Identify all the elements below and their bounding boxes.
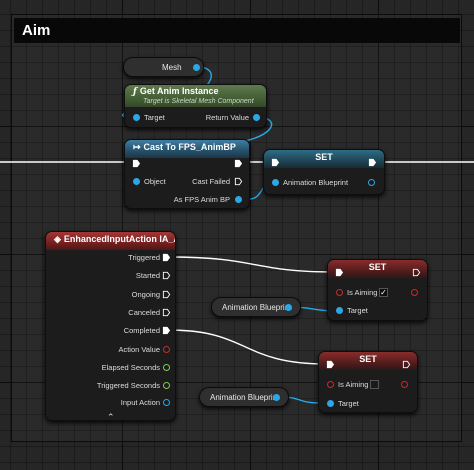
set-aim-false-output-pin[interactable] [401,381,408,388]
input-action-header: ◈EnhancedInputAction IA_Aim [46,232,175,250]
set-aim-false-target-pin[interactable] [327,400,334,407]
set-aim-false-value-pin[interactable] [327,381,334,388]
set-top-header: SET [264,150,384,168]
get-anim-instance-title: Get Anim Instance [139,86,219,96]
action-value-pin[interactable] [163,346,170,353]
input-action-pin[interactable] [163,399,170,406]
set-top-output-pin[interactable] [368,179,375,186]
as-fps-anim-bp-pin[interactable] [235,196,242,203]
anim-bp-getter-1-label: Animation Blueprint [222,302,292,312]
anim-bp-getter-2-pin[interactable] [273,394,280,401]
mesh-label: Mesh [162,62,182,72]
as-fps-anim-bp-label: As FPS Anim BP [173,195,230,204]
triggered-seconds-pin[interactable] [163,382,170,389]
function-icon: ƒ [133,87,137,97]
mesh-output-pin[interactable] [193,64,200,71]
is-aiming-checkbox-checked[interactable]: ✓ [379,288,388,297]
triggered-pin[interactable] [162,253,171,262]
wire-triggered-set [167,256,336,273]
set-aim-true-is-aiming-label: Is Aiming [347,288,378,297]
set-aim-true-exec-out-pin[interactable] [412,268,421,277]
set-aim-true-target-label: Target [347,306,368,315]
cast-exec-out-pin[interactable] [234,159,243,168]
canceled-pin[interactable] [162,308,171,317]
set-aim-true-exec-in-pin[interactable] [335,268,344,277]
canceled-label: Canceled [128,308,160,317]
target-pin-label: Target [144,113,165,122]
expand-arrow-icon[interactable]: ⌃ [107,412,115,420]
animation-blueprint-getter-2[interactable]: Animation Blueprint [199,387,289,407]
started-pin[interactable] [162,271,171,280]
cast-exec-in-pin[interactable] [132,159,141,168]
elapsed-seconds-label: Elapsed Seconds [101,363,160,372]
wire-completed-set [167,329,328,365]
action-value-label: Action Value [118,345,160,354]
input-action-label: Input Action [120,398,160,407]
anim-bp-getter-2-label: Animation Blueprint [210,392,280,402]
started-label: Started [135,271,160,280]
enhanced-input-action-node[interactable]: ◈EnhancedInputAction IA_Aim Triggered St… [45,231,176,421]
set-aim-true-output-pin[interactable] [411,289,418,296]
set-aim-false-is-aiming-label: Is Aiming [338,380,369,389]
set-top-value-pin[interactable] [272,179,279,186]
triggered-label: Triggered [128,253,160,262]
cast-to-title: Cast To FPS_AnimBP [143,142,236,152]
get-anim-instance-subtitle: Target is Skeletal Mesh Component [143,98,254,105]
object-input-pin[interactable] [133,178,140,185]
get-anim-instance-node[interactable]: ƒ Get Anim Instance Target is Skeletal Me… [124,84,267,128]
set-is-aiming-false-node[interactable]: SET Is Aiming Target [318,351,418,413]
object-pin-label: Object [144,177,166,186]
ongoing-pin[interactable] [162,290,171,299]
completed-label: Completed [123,326,160,335]
set-aim-true-value-pin[interactable] [336,289,343,296]
event-icon: ◈ [54,234,61,244]
cast-icon: ↦ [133,142,141,152]
get-anim-instance-header: ƒ Get Anim Instance Target is Skeletal Me… [125,85,266,107]
completed-pin[interactable] [162,326,171,335]
set-aim-false-exec-out-pin[interactable] [402,360,411,369]
set-top-exec-in-pin[interactable] [271,158,280,167]
cast-failed-pin[interactable] [234,177,243,186]
triggered-seconds-label: Triggered Seconds [96,381,160,390]
set-aim-true-target-pin[interactable] [336,307,343,314]
input-action-title: EnhancedInputAction IA_Aim [63,234,175,244]
mesh-getter-node[interactable]: Mesh [123,57,204,77]
is-aiming-checkbox-unchecked[interactable] [370,380,379,389]
set-aim-false-target-label: Target [338,399,359,408]
ongoing-label: Ongoing [131,290,160,299]
elapsed-seconds-pin[interactable] [163,364,170,371]
return-value-label: Return Value [205,113,249,122]
set-top-pin-label: Animation Blueprint [283,178,349,187]
cast-to-node[interactable]: ↦ Cast To FPS_AnimBP Object Cast Failed A… [124,139,250,209]
cast-failed-label: Cast Failed [192,177,230,186]
return-value-pin[interactable] [253,114,260,121]
anim-bp-getter-1-pin[interactable] [285,304,292,311]
target-input-pin[interactable] [133,114,140,121]
set-animation-blueprint-node[interactable]: SET Animation Blueprint [263,149,385,195]
set-is-aiming-true-node[interactable]: SET Is Aiming ✓ Target [327,259,428,321]
set-aim-false-exec-in-pin[interactable] [326,360,335,369]
cast-to-header: ↦ Cast To FPS_AnimBP [125,140,249,158]
animation-blueprint-getter-1[interactable]: Animation Blueprint [211,297,301,317]
set-top-exec-out-pin[interactable] [368,158,377,167]
